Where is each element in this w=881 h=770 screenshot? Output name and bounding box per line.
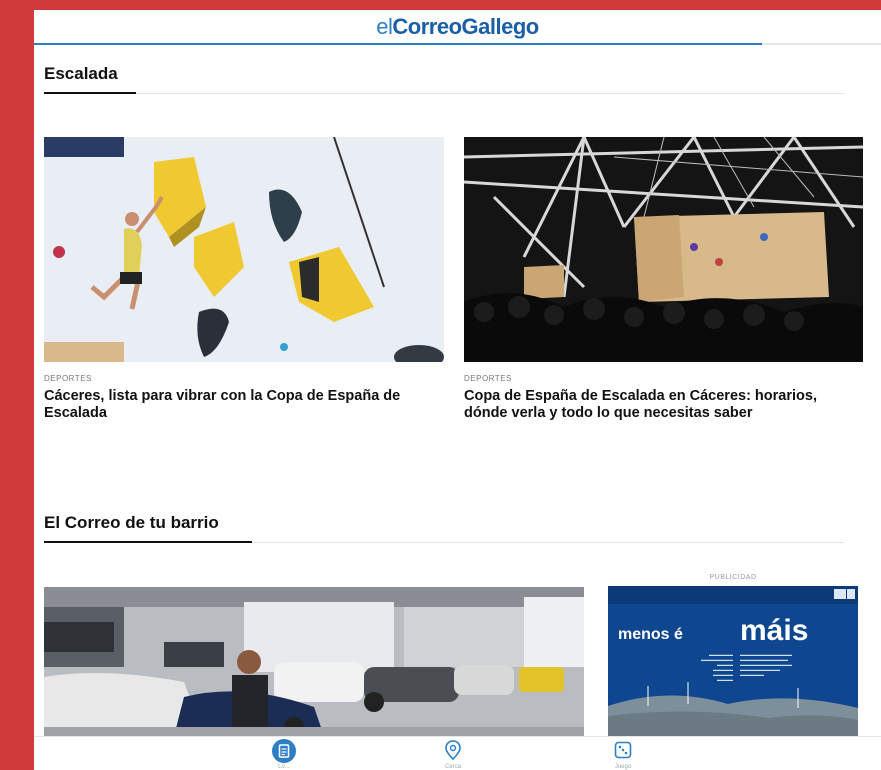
- bottom-tab-bar: Lo... Cerca Juego: [34, 736, 881, 770]
- site-logo[interactable]: elCorreoGallego: [376, 14, 539, 40]
- arena-photo: [464, 137, 863, 362]
- article-category: DEPORTES: [44, 374, 92, 383]
- tab-label: Juego: [614, 764, 632, 770]
- article-image-arena[interactable]: [464, 137, 863, 362]
- section-title-escalada[interactable]: Escalada: [44, 64, 118, 84]
- article-image-garage[interactable]: [44, 587, 584, 736]
- article-category: DEPORTES: [464, 374, 512, 383]
- ad-small-text-left: ▬▬▬▬▬▬ ▬▬▬▬▬▬▬▬ ▬▬▬▬ ▬▬▬▬▬ ▬▬▬▬▬ ▬▬▬▬: [701, 652, 733, 682]
- ad-headline-left: menos é: [618, 626, 683, 643]
- scroll-progress-bar: [34, 43, 763, 45]
- advertisement-banner[interactable]: menos é máis ▬▬▬▬▬▬ ▬▬▬▬▬▬▬▬ ▬▬▬▬ ▬▬▬▬▬ ▬▬▬▬…: [608, 586, 858, 736]
- location-pin-icon: [445, 740, 461, 760]
- device-frame-left: [0, 0, 34, 770]
- advertising-label: PUBLICIDAD: [709, 574, 757, 581]
- tab-cerca[interactable]: Cerca: [423, 737, 483, 770]
- tab-juego[interactable]: Juego: [593, 737, 653, 770]
- ad-headline-right: máis: [740, 614, 809, 647]
- section-rule-accent: [44, 541, 252, 543]
- article-image-climber[interactable]: [44, 137, 444, 362]
- dice-icon: [614, 741, 632, 759]
- logo-prefix: el: [376, 14, 393, 39]
- tab-label: Cerca: [444, 764, 461, 770]
- section-rule: [44, 541, 844, 543]
- article-title[interactable]: Copa de España de Escalada en Cáceres: h…: [464, 388, 834, 422]
- garage-photo: [44, 587, 584, 736]
- section-rule-accent: [44, 92, 136, 94]
- app-screen: elCorreoGallego Escalada DEPORTES Cácere…: [34, 10, 881, 770]
- header-divider: [34, 43, 881, 45]
- logo-main: CorreoGallego: [392, 14, 539, 39]
- climber-photo: [44, 137, 444, 362]
- section-rule: [44, 92, 844, 94]
- ad-small-text-right: ▬▬▬▬▬▬▬▬▬▬▬▬▬ ▬▬▬▬▬▬▬▬▬▬▬▬ ▬▬▬▬▬▬▬▬▬▬▬▬▬ ▬▬…: [740, 652, 792, 677]
- app-header: elCorreoGallego: [34, 10, 881, 44]
- section-title-barrio[interactable]: El Correo de tu barrio: [44, 513, 219, 533]
- tab-label: Lo...: [278, 764, 290, 770]
- tab-home[interactable]: Lo...: [254, 737, 314, 770]
- article-title[interactable]: Cáceres, lista para vibrar con la Copa d…: [44, 388, 439, 422]
- document-icon: [272, 739, 296, 763]
